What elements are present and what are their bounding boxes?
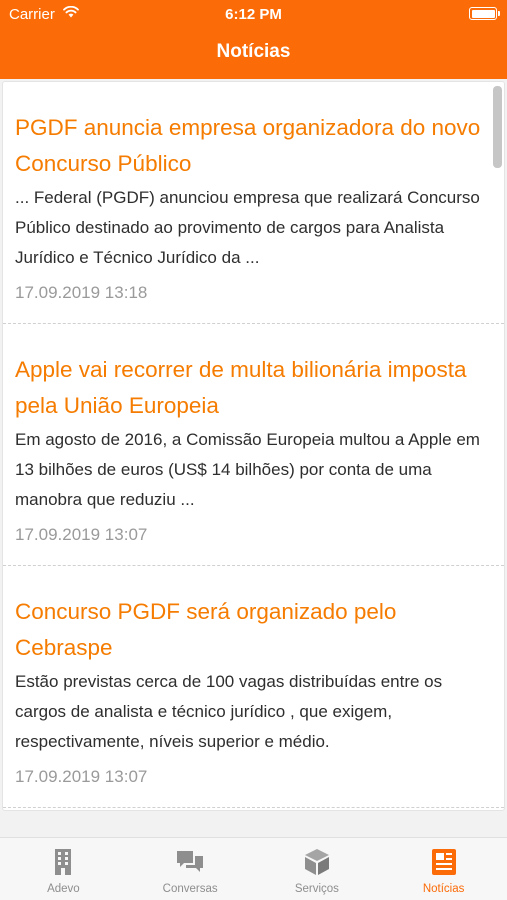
news-excerpt: Estão previstas cerca de 100 vagas distr…: [15, 672, 443, 751]
news-excerpt: ... Federal (PGDF) anunciou empresa que …: [15, 188, 480, 267]
news-list: PGDF anuncia empresa organizadora do nov…: [3, 82, 504, 808]
status-bar: Carrier 6:12 PM: [0, 0, 507, 28]
news-title[interactable]: Concurso PGDF será organizado pelo Cebra…: [15, 594, 492, 666]
header: Carrier 6:12 PM Notícias: [0, 0, 507, 79]
news-feed[interactable]: PGDF anuncia empresa organizadora do nov…: [0, 79, 507, 813]
news-title[interactable]: Apple vai recorrer de multa bilionária i…: [15, 352, 492, 424]
news-item[interactable]: Apple vai recorrer de multa bilionária i…: [3, 324, 504, 566]
tab-label: Serviços: [294, 883, 339, 895]
building-icon: [55, 849, 72, 875]
tab-adevo[interactable]: Adevo: [0, 838, 127, 900]
news-item[interactable]: PGDF anuncia empresa organizadora do nov…: [3, 82, 504, 324]
chat-bubbles-icon: [177, 851, 204, 872]
tab-servicos[interactable]: Serviços: [254, 838, 381, 900]
news-date: 17.09.2019 13:07: [15, 525, 148, 544]
scrollbar[interactable]: [493, 86, 502, 168]
page-title: Notícias: [216, 41, 291, 62]
news-date: 17.09.2019 13:07: [15, 767, 148, 786]
tab-label: Adevo: [47, 883, 80, 895]
clock: 6:12 PM: [225, 6, 282, 23]
battery-icon: [469, 7, 500, 20]
news-excerpt: Em agosto de 2016, a Comissão Europeia m…: [15, 430, 480, 509]
news-card: PGDF anuncia empresa organizadora do nov…: [2, 81, 505, 811]
tab-label: Notícias: [422, 883, 465, 895]
tab-conversas[interactable]: Conversas: [127, 838, 254, 900]
tab-noticias[interactable]: Notícias: [380, 838, 507, 900]
news-date: 17.09.2019 13:18: [15, 283, 148, 302]
news-title[interactable]: PGDF anuncia empresa organizadora do nov…: [15, 110, 492, 182]
tab-label: Conversas: [162, 883, 218, 895]
news-icon: [431, 849, 456, 875]
tab-bar: Adevo Conversas Serviços Notícias: [0, 837, 507, 900]
cube-icon: [304, 849, 329, 875]
news-item[interactable]: Concurso PGDF será organizado pelo Cebra…: [3, 566, 504, 808]
